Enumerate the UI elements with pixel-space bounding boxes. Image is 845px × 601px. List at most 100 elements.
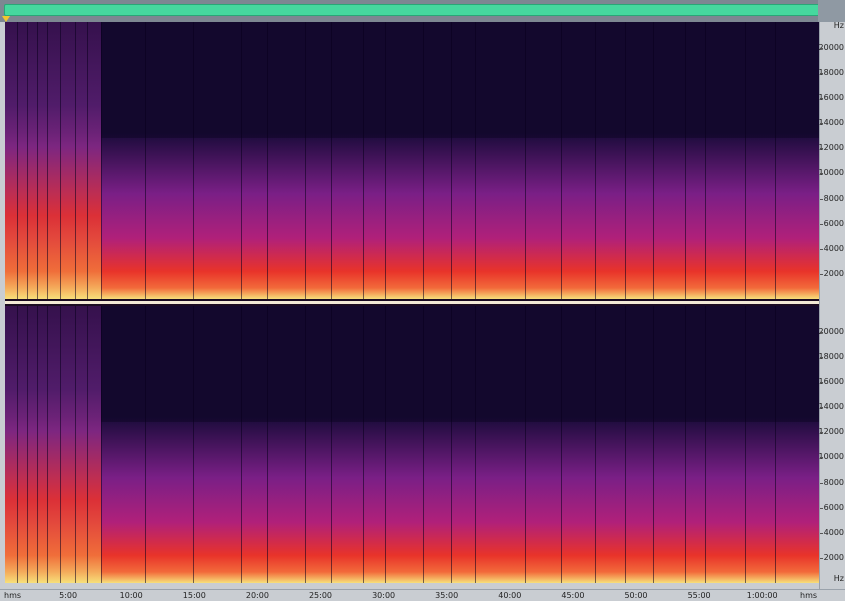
time-tick-label: 15:00 [182,591,206,600]
frequency-ruler: Hz 20000 18000 16000 14000 12000 10000 8000 600… [819,22,845,589]
transient-line [385,22,386,299]
frequency-tick [820,98,823,99]
time-ruler[interactable]: hms 5:00 10:00 15:00 20:00 25:00 30:00 35:00 40… [0,589,845,601]
time-tick-label: 40:00 [498,591,522,600]
frequency-tick-label: 6000 [823,502,844,512]
transient-line [27,306,28,583]
transient-line [193,306,194,583]
frequency-tick-label: 2000 [823,552,844,562]
spectrogram-channel-2[interactable] [5,306,819,583]
time-tick-label: 25:00 [308,591,333,600]
transient-line [305,306,306,583]
transient-line [331,22,332,299]
transient-line [561,22,562,299]
transient-line [775,22,776,299]
transient-line [305,22,306,299]
transient-line [423,22,424,299]
frequency-tick-label: 8000 [823,193,844,203]
transient-line [705,22,706,299]
transient-line [145,306,146,583]
time-tick-label: 30:00 [372,591,396,600]
transient-line [475,306,476,583]
transient-line [685,22,686,299]
transient-line [60,22,61,299]
frequency-tick [820,507,823,509]
transient-line [27,22,28,299]
transient-line [525,22,526,299]
time-tick-label: 20:00 [245,591,269,600]
overview-selection-bar[interactable] [4,4,820,16]
transient-line [595,306,596,583]
frequency-tick [820,532,823,534]
frequency-tick-label: 4000 [823,527,844,537]
spectrogram-quiet-band [101,22,819,139]
transient-line [267,306,268,583]
transient-line [60,306,61,583]
frequency-tick [820,457,823,459]
time-unit-label: hms [4,591,22,600]
frequency-tick [820,407,823,409]
transient-line [47,306,48,583]
transient-line [561,306,562,583]
transient-line [385,306,386,583]
overview-end-cap [818,0,845,22]
transient-line [17,22,18,299]
frequency-tick [820,382,823,383]
frequency-tick [820,432,823,434]
transient-line [595,22,596,299]
transient-line [17,306,18,583]
frequency-tick [820,557,823,559]
frequency-tick [820,248,823,250]
transient-line [653,22,654,299]
transient-line [267,22,268,299]
transient-line [241,306,242,583]
spectral-editor: Hz 20000 18000 16000 14000 12000 10000 8000 600… [0,0,845,601]
frequency-unit-label: Hz [833,574,844,583]
frequency-tick [820,331,823,333]
frequency-tick-label: 2000 [823,268,844,278]
frequency-tick [820,173,823,175]
frequency-tick-label: 6000 [823,218,844,228]
transient-line [37,22,38,299]
transient-line [451,306,452,583]
transient-line [745,22,746,299]
spectrogram-quiet-band [101,306,819,423]
transient-line [705,306,706,583]
transient-line [625,22,626,299]
frequency-tick [820,123,823,125]
transient-line [525,306,526,583]
transient-line [241,22,242,299]
transient-line [653,306,654,583]
time-tick-label: 10:00 [119,591,143,600]
frequency-tick [820,47,823,49]
time-tick-label: 50:00 [624,591,648,600]
transient-line [775,306,776,583]
transient-line [363,22,364,299]
frequency-tick [820,198,823,200]
frequency-tick [820,356,823,358]
frequency-tick-label: 8000 [823,477,844,487]
time-unit-label: hms [800,591,818,600]
time-tick-label: 1:00:00 [746,591,778,600]
transient-line [451,22,452,299]
frequency-tick [820,148,823,150]
time-tick-label: 45:00 [561,591,585,600]
transient-line [37,306,38,583]
spectrogram-channel-1[interactable] [5,22,819,299]
transient-line [363,306,364,583]
overview-strip[interactable] [0,0,845,22]
transient-line [101,306,102,583]
transient-line [145,22,146,299]
frequency-tick [820,273,823,275]
channel-divider-line [5,301,819,304]
frequency-tick [820,482,823,484]
transient-line [685,306,686,583]
frequency-tick [820,223,823,225]
transient-line [47,22,48,299]
time-tick-label: 55:00 [687,591,711,600]
transient-line [193,22,194,299]
time-tick-label: 5:00 [59,591,78,600]
frequency-tick-label: 4000 [823,243,844,253]
transient-line [625,306,626,583]
frequency-tick [820,72,823,74]
